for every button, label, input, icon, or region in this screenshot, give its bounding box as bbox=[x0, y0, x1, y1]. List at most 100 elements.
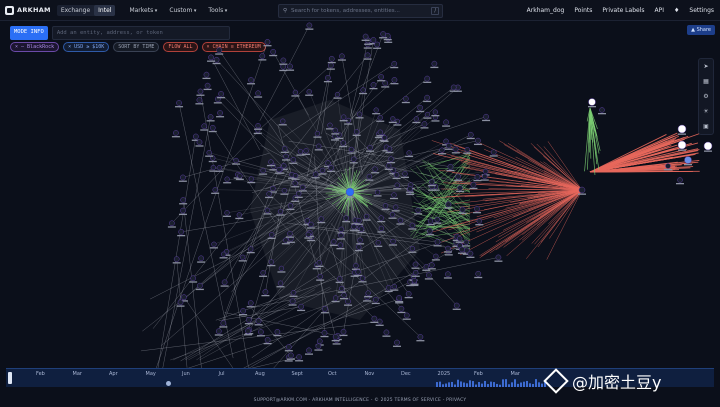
entity-node[interactable] bbox=[240, 254, 246, 260]
entity-node[interactable] bbox=[282, 146, 288, 152]
entity-node[interactable] bbox=[393, 204, 399, 210]
entity-node[interactable] bbox=[209, 124, 216, 131]
entity-node[interactable] bbox=[391, 283, 397, 290]
right-cluster-node[interactable] bbox=[599, 107, 605, 113]
entity-node[interactable] bbox=[290, 290, 297, 296]
entity-node[interactable] bbox=[355, 269, 361, 275]
entity-node[interactable] bbox=[353, 263, 359, 269]
entity-node[interactable] bbox=[268, 159, 274, 165]
entity-node[interactable] bbox=[426, 272, 432, 279]
entity-node[interactable] bbox=[325, 160, 331, 166]
entity-node[interactable] bbox=[340, 328, 347, 335]
entity-node[interactable] bbox=[233, 157, 239, 164]
entity-node[interactable] bbox=[298, 303, 304, 310]
entity-node[interactable] bbox=[321, 329, 328, 336]
entity-node[interactable] bbox=[245, 328, 251, 334]
entity-node[interactable] bbox=[370, 82, 377, 88]
entity-node[interactable] bbox=[409, 222, 415, 229]
entity-node[interactable] bbox=[337, 276, 343, 282]
entity-node[interactable] bbox=[270, 185, 276, 192]
entity-node[interactable] bbox=[334, 91, 341, 98]
entity-graph-canvas[interactable] bbox=[0, 20, 720, 368]
entity-node[interactable] bbox=[248, 77, 254, 83]
entity-node[interactable] bbox=[398, 305, 405, 312]
entity-node[interactable] bbox=[443, 138, 449, 144]
entity-node[interactable] bbox=[383, 329, 390, 336]
nav-api[interactable]: API bbox=[655, 7, 665, 14]
entity-node[interactable] bbox=[375, 240, 381, 246]
entity-node[interactable] bbox=[220, 251, 227, 257]
entity-node[interactable] bbox=[287, 63, 293, 70]
entity-node[interactable] bbox=[327, 122, 333, 128]
user-menu[interactable]: Arkham_dog bbox=[527, 7, 565, 14]
entity-node[interactable] bbox=[341, 114, 347, 120]
nav-settings[interactable]: Settings bbox=[689, 7, 714, 14]
entity-node[interactable] bbox=[177, 299, 184, 306]
entity-node[interactable] bbox=[237, 173, 243, 179]
entity-node[interactable] bbox=[328, 165, 334, 171]
entity-node[interactable] bbox=[424, 75, 431, 82]
entity-node[interactable] bbox=[204, 82, 211, 89]
entity-node[interactable] bbox=[470, 181, 477, 188]
entity-node[interactable] bbox=[338, 285, 345, 292]
entity-node[interactable] bbox=[332, 295, 339, 301]
entity-node[interactable] bbox=[412, 261, 419, 268]
entity-node[interactable] bbox=[371, 315, 378, 322]
entity-node[interactable] bbox=[322, 306, 328, 312]
entity-node[interactable] bbox=[354, 129, 360, 135]
top-right-hub-node[interactable] bbox=[588, 98, 596, 106]
entity-node[interactable] bbox=[428, 262, 435, 268]
entity-node[interactable] bbox=[372, 166, 378, 172]
entity-node[interactable] bbox=[356, 111, 363, 117]
entity-node[interactable] bbox=[217, 110, 223, 116]
entity-node[interactable] bbox=[455, 173, 461, 180]
right-cluster-node[interactable] bbox=[703, 141, 713, 151]
entity-node[interactable] bbox=[382, 203, 389, 209]
entity-node[interactable] bbox=[304, 218, 311, 224]
entity-node[interactable] bbox=[176, 100, 182, 106]
entity-node[interactable] bbox=[351, 156, 357, 162]
entity-node[interactable] bbox=[328, 62, 334, 69]
entity-node[interactable] bbox=[447, 163, 454, 170]
entity-node[interactable] bbox=[221, 279, 228, 286]
entity-node[interactable] bbox=[314, 130, 321, 137]
entity-node[interactable] bbox=[356, 244, 362, 250]
entity-node[interactable] bbox=[248, 176, 254, 182]
entity-node[interactable] bbox=[386, 146, 393, 152]
entity-node[interactable] bbox=[211, 241, 217, 247]
entity-node[interactable] bbox=[413, 270, 419, 276]
entity-node[interactable] bbox=[180, 207, 186, 214]
entity-node[interactable] bbox=[264, 337, 271, 343]
menu-tools[interactable]: Tools bbox=[208, 7, 227, 14]
entity-node[interactable] bbox=[269, 232, 275, 238]
entity-node[interactable] bbox=[316, 260, 322, 266]
entity-node[interactable] bbox=[277, 280, 284, 286]
entity-node[interactable] bbox=[376, 318, 383, 325]
entity-node[interactable] bbox=[303, 148, 309, 154]
entity-node[interactable] bbox=[495, 254, 502, 261]
entity-node[interactable] bbox=[417, 104, 424, 111]
entity-node[interactable] bbox=[236, 212, 242, 218]
entity-node[interactable] bbox=[459, 206, 466, 213]
entity-node[interactable] bbox=[459, 246, 465, 253]
entity-node[interactable] bbox=[283, 153, 289, 160]
entity-node[interactable] bbox=[328, 55, 335, 62]
entity-node[interactable] bbox=[338, 232, 344, 239]
entity-node[interactable] bbox=[169, 220, 175, 227]
entity-node[interactable] bbox=[482, 168, 489, 175]
entity-node[interactable] bbox=[390, 238, 396, 245]
entity-node[interactable] bbox=[247, 300, 254, 306]
entity-node[interactable] bbox=[315, 343, 322, 350]
entity-node[interactable] bbox=[278, 265, 285, 272]
entity-node[interactable] bbox=[276, 166, 282, 173]
entity-node[interactable] bbox=[270, 163, 277, 169]
entity-node[interactable] bbox=[308, 221, 314, 228]
entity-node[interactable] bbox=[336, 132, 342, 138]
entity-node[interactable] bbox=[190, 275, 196, 282]
entity-node[interactable] bbox=[300, 184, 306, 191]
entity-node[interactable] bbox=[403, 312, 410, 319]
entity-node[interactable] bbox=[216, 165, 223, 171]
entity-node[interactable] bbox=[317, 273, 323, 280]
entity-node[interactable] bbox=[268, 259, 275, 265]
entity-node[interactable] bbox=[417, 334, 424, 340]
